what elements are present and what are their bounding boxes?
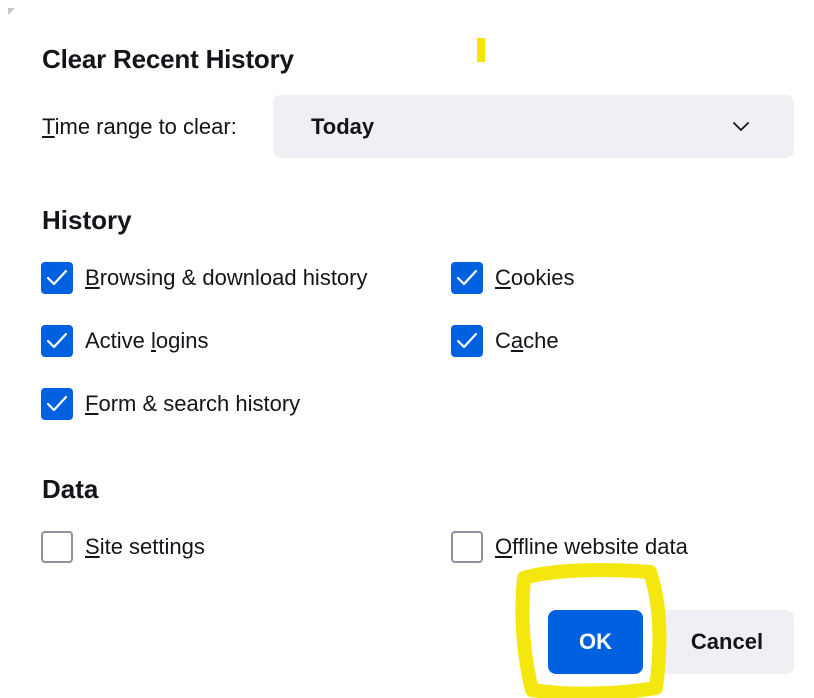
checkbox-box [41,325,73,357]
cache-checkbox[interactable]: Cache [451,325,559,357]
checkbox-box [451,531,483,563]
checkbox-box [451,325,483,357]
browsing-download-history-label: Browsing & download history [85,265,368,290]
checkbox-box [41,531,73,563]
checkmark-icon [46,395,68,412]
time-range-label: Time range to clear: [42,114,237,139]
checkbox-box [451,262,483,294]
browsing-download-history-checkbox[interactable]: Browsing & download history [41,262,368,294]
offline-website-data-label: Offline website data [495,534,688,559]
checkmark-icon [456,269,478,286]
chevron-down-icon [733,122,749,131]
checkmark-icon [46,269,68,286]
checkbox-box [41,388,73,420]
checkmark-icon [456,332,478,349]
offline-website-data-checkbox[interactable]: Offline website data [451,531,688,563]
checkmark-icon [46,332,68,349]
active-logins-label: Active logins [85,328,209,353]
highlight-mark [477,38,485,62]
ok-button[interactable]: OK [548,610,643,674]
cookies-checkbox[interactable]: Cookies [451,262,574,294]
time-range-value: Today [311,113,375,139]
form-search-history-checkbox[interactable]: Form & search history [41,388,300,420]
cookies-label: Cookies [495,265,575,290]
time-range-select[interactable]: Today [273,95,794,158]
active-logins-checkbox[interactable]: Active logins [41,325,209,357]
dialog-title: Clear Recent History [42,44,294,74]
clear-history-dialog: Clear Recent History Time range to clear… [0,0,814,698]
site-settings-checkbox[interactable]: Site settings [41,531,205,563]
cancel-button[interactable]: Cancel [660,610,794,674]
data-section-title: Data [42,474,99,504]
site-settings-label: Site settings [85,534,205,559]
form-search-history-label: Form & search history [85,391,301,416]
window-corner-mark [8,8,15,15]
history-section-title: History [42,205,132,235]
cache-label: Cache [495,328,559,353]
checkbox-box [41,262,73,294]
